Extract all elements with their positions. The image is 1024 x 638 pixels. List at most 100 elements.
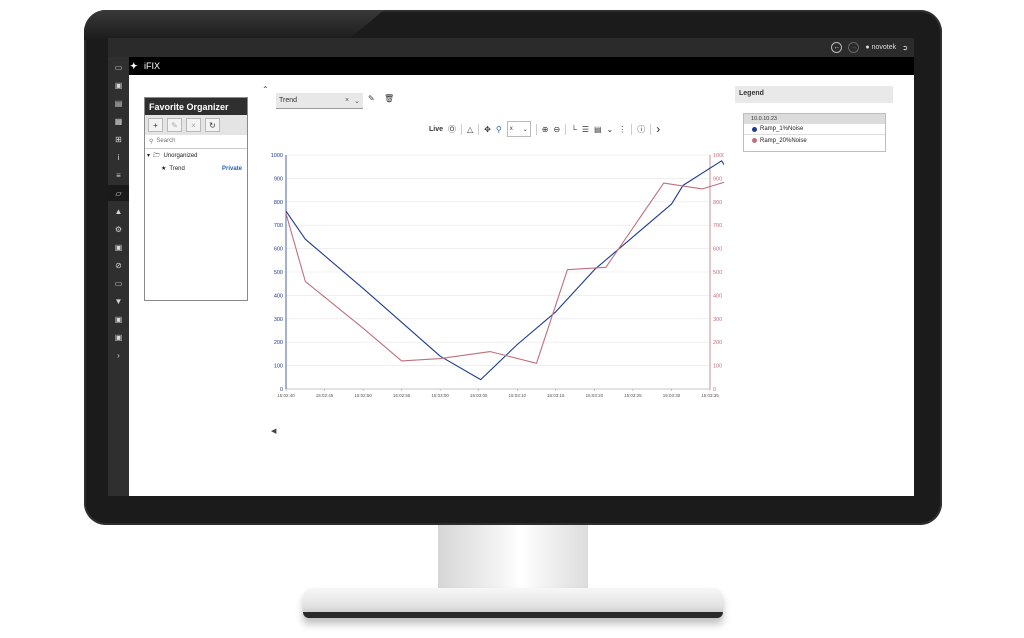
screen-3-icon[interactable]: ▣ — [108, 329, 129, 345]
stage: ← → ● novotek ➲ ✦ iFIX ▭ ▣ ▤ ▦ ⊞ i ≡ ▱ ▲ ⚙ ▣ ⊘ ▭ ▼ ▣ ▣ ›… — [0, 0, 1024, 638]
y-tick-label-left: 800 — [274, 200, 283, 206]
chevron-down-icon[interactable]: ⌄ — [607, 125, 614, 134]
list-icon[interactable]: ☰ — [582, 125, 589, 134]
series-line-0 — [285, 160, 724, 381]
user-icon: ● — [865, 44, 870, 51]
app-bar: ✦ iFIX — [108, 57, 914, 75]
folder-open-icon[interactable]: ▱ — [108, 185, 129, 201]
axis-select[interactable]: x ⌄ — [506, 121, 531, 137]
chart-type-icon[interactable]: ▤ — [594, 125, 602, 134]
search-icon: ⚲ — [149, 139, 154, 145]
monitor-bezel-shine — [84, 10, 384, 40]
y-tick-label-left: 300 — [274, 317, 283, 323]
tree-item-row[interactable]: ★ Trend Private — [145, 162, 247, 175]
divider — [631, 123, 633, 135]
collapse-left-icon[interactable]: ◀ — [271, 427, 276, 435]
trend-select[interactable]: Trend × ⌄ — [276, 93, 363, 109]
pause-icon[interactable]: Ⓞ — [448, 124, 456, 135]
monitor-icon[interactable]: ▭ — [108, 59, 129, 75]
x-tick-label: 15:03:05 — [470, 393, 488, 398]
axis-select-value: x — [509, 126, 513, 132]
y-tick-label-right: 800 — [713, 200, 722, 206]
app-title: iFIX — [144, 61, 161, 71]
settings-icon[interactable]: ⚙ — [108, 221, 129, 237]
clear-icon[interactable]: × — [345, 97, 349, 105]
divider — [461, 123, 463, 135]
database-icon[interactable]: ▤ — [108, 95, 129, 111]
legend-item-label: Ramp_1%Noise — [760, 126, 804, 132]
legend-item[interactable]: Ramp_20%Noise — [744, 135, 885, 146]
display-icon[interactable]: ▣ — [108, 239, 129, 255]
tree-item-label: Trend — [169, 165, 185, 172]
legend-box: 10.0.10.23 Ramp_1%Noise Ramp_20%Noise — [743, 113, 886, 152]
chevron-right-icon[interactable]: › — [656, 122, 660, 136]
add-favorite-button[interactable]: + — [148, 118, 163, 132]
favorite-organizer-panel: Favorite Organizer + ✎ × ↻ ⚲ Search ▾ 🗁 … — [144, 97, 248, 301]
y-tick-label-left: 700 — [274, 223, 283, 229]
series-color-dot — [752, 138, 757, 143]
chart-toolbar: Live Ⓞ △ ✥ ⚲ x ⌄ ⊕ ⊖ └ ☰ ▤ ⌄ ⋮ ⓘ › — [429, 119, 660, 139]
axis-icon[interactable]: └ — [571, 125, 577, 134]
signal-icon[interactable]: ≡ — [108, 167, 129, 183]
divider — [565, 123, 567, 135]
series-color-dot — [752, 126, 757, 132]
refresh-favorites-button[interactable]: ↻ — [205, 118, 220, 132]
y-tick-label-right: 600 — [713, 247, 722, 253]
legend-header: Legend — [735, 86, 893, 103]
y-tick-label-right: 400 — [713, 293, 722, 299]
favorite-search-field[interactable]: ⚲ Search — [145, 135, 247, 149]
block-icon[interactable]: ⊘ — [108, 257, 129, 273]
monitor-stand-base-edge — [303, 612, 723, 618]
x-tick-label: 15:02:55 — [393, 393, 411, 398]
y-tick-label-left: 500 — [274, 270, 283, 276]
help-icon[interactable]: ⓘ — [637, 124, 645, 135]
delete-favorite-button[interactable]: × — [186, 118, 201, 132]
grid-icon[interactable]: ⊞ — [108, 131, 129, 147]
star-icon: ★ — [161, 166, 167, 172]
trend-chart[interactable]: 0 0100 100200 200300 300400 400500 500600 60070… — [264, 153, 724, 413]
top-bar-controls: ← → ● novotek ➲ — [831, 41, 908, 54]
screen-icon[interactable]: ▣ — [108, 77, 129, 93]
sidebar: ▭ ▣ ▤ ▦ ⊞ i ≡ ▱ ▲ ⚙ ▣ ⊘ ▭ ▼ ▣ ▣ › — [108, 57, 129, 496]
edit-favorite-button[interactable]: ✎ — [167, 118, 182, 132]
chat-icon[interactable]: ▭ — [108, 275, 129, 291]
chevron-right-icon[interactable]: › — [108, 347, 129, 363]
zoom-in-icon[interactable]: ⊕ — [542, 125, 549, 134]
tree-folder-row[interactable]: ▾ 🗁 Unorganized — [145, 149, 247, 162]
document-icon[interactable]: ▦ — [108, 113, 129, 129]
legend-item[interactable]: Ramp_1%Noise — [744, 124, 885, 135]
user-menu[interactable]: ● novotek — [865, 44, 896, 51]
zoom-out-icon[interactable]: ⊖ — [553, 125, 560, 134]
collapse-up-icon[interactable]: ⌃ — [262, 85, 269, 94]
y-tick-label-right: 500 — [713, 270, 722, 276]
search-placeholder: Search — [156, 138, 176, 144]
filter-icon[interactable]: ▼ — [108, 293, 129, 309]
logout-icon[interactable]: ➲ — [902, 44, 908, 52]
divider — [535, 123, 537, 135]
top-bar: ← → ● novotek ➲ — [108, 38, 914, 57]
y-tick-label-left: 600 — [274, 247, 283, 253]
private-badge: Private — [221, 165, 242, 172]
y-tick-label-left: 900 — [274, 176, 283, 182]
main-content: Favorite Organizer + ✎ × ↻ ⚲ Search ▾ 🗁 … — [129, 75, 914, 496]
trash-icon[interactable]: 🗑 — [384, 94, 394, 103]
folder-open-icon: 🗁 — [153, 152, 161, 159]
user-name: novotek — [871, 44, 897, 51]
alarm-bell-icon[interactable]: ▲ — [108, 203, 129, 219]
triangle-icon[interactable]: △ — [467, 125, 473, 134]
x-tick-label: 15:02:50 — [354, 393, 372, 398]
pan-icon[interactable]: ✥ — [484, 125, 491, 134]
divider — [650, 123, 652, 135]
pencil-icon[interactable]: ✎ — [368, 94, 375, 103]
x-tick-label: 15:02:45 — [316, 393, 334, 398]
live-button[interactable]: Live — [429, 126, 443, 133]
x-tick-label: 15:03:00 — [431, 393, 449, 398]
more-icon[interactable]: ⋮ — [618, 125, 626, 134]
zoom-icon[interactable]: ⚲ — [496, 125, 502, 134]
trend-select-value: Trend — [279, 97, 298, 104]
back-icon[interactable]: ← — [831, 42, 843, 53]
forward-icon[interactable]: → — [848, 42, 860, 53]
screen-2-icon[interactable]: ▣ — [108, 311, 129, 327]
chevron-down-icon[interactable]: ⌄ — [354, 97, 360, 105]
info-icon[interactable]: i — [108, 149, 129, 165]
